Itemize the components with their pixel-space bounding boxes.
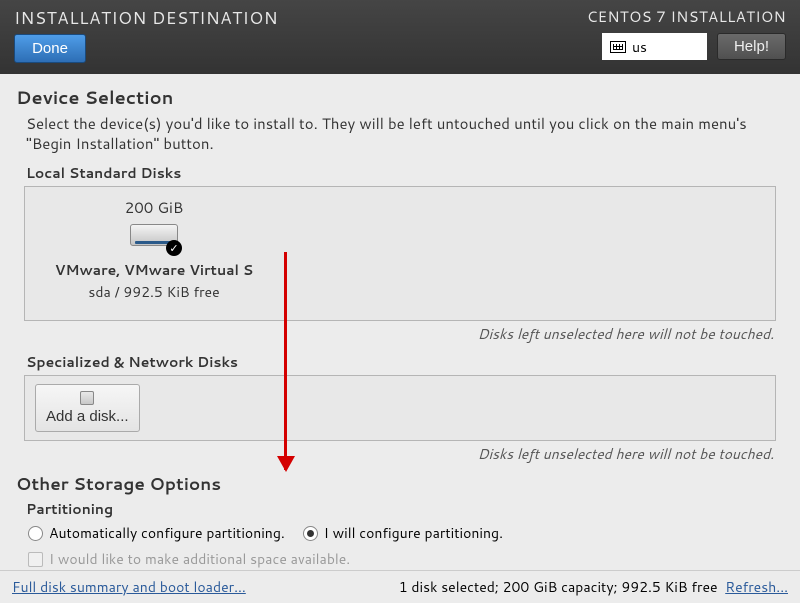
disk-hint: Disks left unselected here will not be t… xyxy=(16,324,774,344)
footer-status: 1 disk selected; 200 GiB capacity; 992.5… xyxy=(399,577,718,597)
disk-name: VMware, VMware Virtual S xyxy=(55,260,253,280)
specialized-disks-area: Add a disk... xyxy=(24,375,776,441)
specialized-disks-label: Specialized & Network Disks xyxy=(26,352,784,372)
check-icon xyxy=(166,240,182,256)
manual-partition-label: I will configure partitioning. xyxy=(324,523,503,543)
auto-partition-label: Automatically configure partitioning. xyxy=(49,523,285,543)
disk-summary-link[interactable]: Full disk summary and boot loader... xyxy=(12,577,246,597)
checkbox-icon xyxy=(28,552,43,567)
done-button[interactable]: Done xyxy=(14,34,86,63)
footer-bar: Full disk summary and boot loader... 1 d… xyxy=(0,570,800,603)
disk-size: 200 GiB xyxy=(125,197,184,218)
auto-partition-radio[interactable]: Automatically configure partitioning. xyxy=(28,523,285,543)
add-disk-button[interactable]: Add a disk... xyxy=(35,384,140,432)
harddrive-icon xyxy=(130,224,178,252)
installer-title: CENTOS 7 INSTALLATION xyxy=(587,6,786,27)
page-title: INSTALLATION DESTINATION xyxy=(14,6,278,30)
disk-detail: sda / 992.5 KiB free xyxy=(88,282,219,302)
other-storage-heading: Other Storage Options xyxy=(16,472,784,496)
header-bar: INSTALLATION DESTINATION Done CENTOS 7 I… xyxy=(0,0,800,74)
add-disk-label: Add a disk... xyxy=(46,408,129,425)
device-selection-heading: Device Selection xyxy=(16,84,784,110)
make-space-label: I would like to make additional space av… xyxy=(49,549,350,569)
disk-hint-2: Disks left unselected here will not be t… xyxy=(16,444,774,464)
main-content: Device Selection Select the device(s) yo… xyxy=(0,74,800,569)
make-space-checkbox[interactable]: I would like to make additional space av… xyxy=(28,549,784,569)
radio-icon xyxy=(28,526,43,541)
keyboard-icon xyxy=(610,41,626,53)
keyboard-layout-label: us xyxy=(632,37,647,57)
radio-icon-selected xyxy=(303,526,318,541)
partitioning-label: Partitioning xyxy=(26,499,784,519)
disk-add-icon xyxy=(80,391,94,405)
device-selection-description: Select the device(s) you'd like to insta… xyxy=(26,114,784,153)
refresh-link[interactable]: Refresh... xyxy=(725,577,788,597)
help-button[interactable]: Help! xyxy=(717,33,786,60)
local-disks-area: 200 GiB VMware, VMware Virtual S sda / 9… xyxy=(24,186,776,321)
local-disks-label: Local Standard Disks xyxy=(26,163,784,183)
footer-status-area: 1 disk selected; 200 GiB capacity; 992.5… xyxy=(399,577,788,597)
keyboard-layout-selector[interactable]: us xyxy=(602,33,707,60)
manual-partition-radio[interactable]: I will configure partitioning. xyxy=(303,523,503,543)
disk-item[interactable]: 200 GiB VMware, VMware Virtual S sda / 9… xyxy=(39,197,269,302)
